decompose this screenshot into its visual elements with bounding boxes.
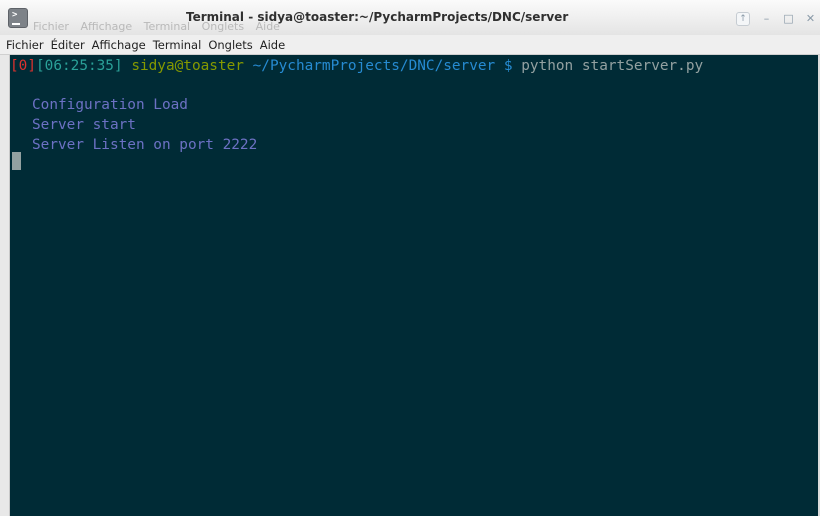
prompt-command: python startServer.py: [521, 58, 704, 74]
menu-aide[interactable]: Aide: [260, 38, 285, 52]
menubar: Fichier Éditer Affichage Terminal Onglet…: [0, 35, 820, 55]
maximize-icon[interactable]: □: [783, 12, 794, 25]
prompt-symbol: $: [503, 58, 513, 74]
prompt-index: [0]: [10, 58, 36, 74]
prompt-line: [0][06:25:35] sidya@toaster ~/PycharmPro…: [10, 56, 703, 76]
window-titlebar[interactable]: Fichier Affichage Terminal Onglets Aide …: [0, 0, 820, 35]
output-line: Server Listen on port 2222: [32, 137, 258, 153]
menu-terminal[interactable]: Terminal: [153, 38, 202, 52]
prompt-time: [06:25:35]: [36, 58, 123, 74]
terminal-app-icon[interactable]: >: [8, 8, 28, 28]
output-line: Configuration Load: [32, 97, 188, 113]
ghost-menu-item: Affichage: [80, 20, 133, 33]
menu-affichage[interactable]: Affichage: [92, 38, 146, 52]
window-left-border: [0, 55, 10, 516]
menu-editer[interactable]: Éditer: [51, 38, 85, 52]
terminal-cursor: [12, 152, 21, 170]
terminal-view[interactable]: [0][06:25:35] sidya@toaster ~/PycharmPro…: [10, 55, 818, 516]
ghost-menu-item: Fichier: [33, 20, 69, 33]
menu-fichier[interactable]: Fichier: [6, 38, 44, 52]
menu-onglets[interactable]: Onglets: [208, 38, 252, 52]
output-line: Server start: [32, 117, 136, 133]
window-controls: ↑ – □ ✕: [736, 10, 816, 27]
close-icon[interactable]: ✕: [805, 12, 816, 25]
minimize-icon[interactable]: –: [761, 12, 772, 25]
ghost-menu-item: Terminal: [143, 20, 191, 33]
prompt-user-host: sidya@toaster: [131, 58, 244, 74]
keep-above-icon[interactable]: ↑: [736, 11, 750, 26]
window-title: Terminal - sidya@toaster:~/PycharmProjec…: [186, 10, 569, 24]
prompt-path: ~/PycharmProjects/DNC/server: [252, 58, 496, 74]
